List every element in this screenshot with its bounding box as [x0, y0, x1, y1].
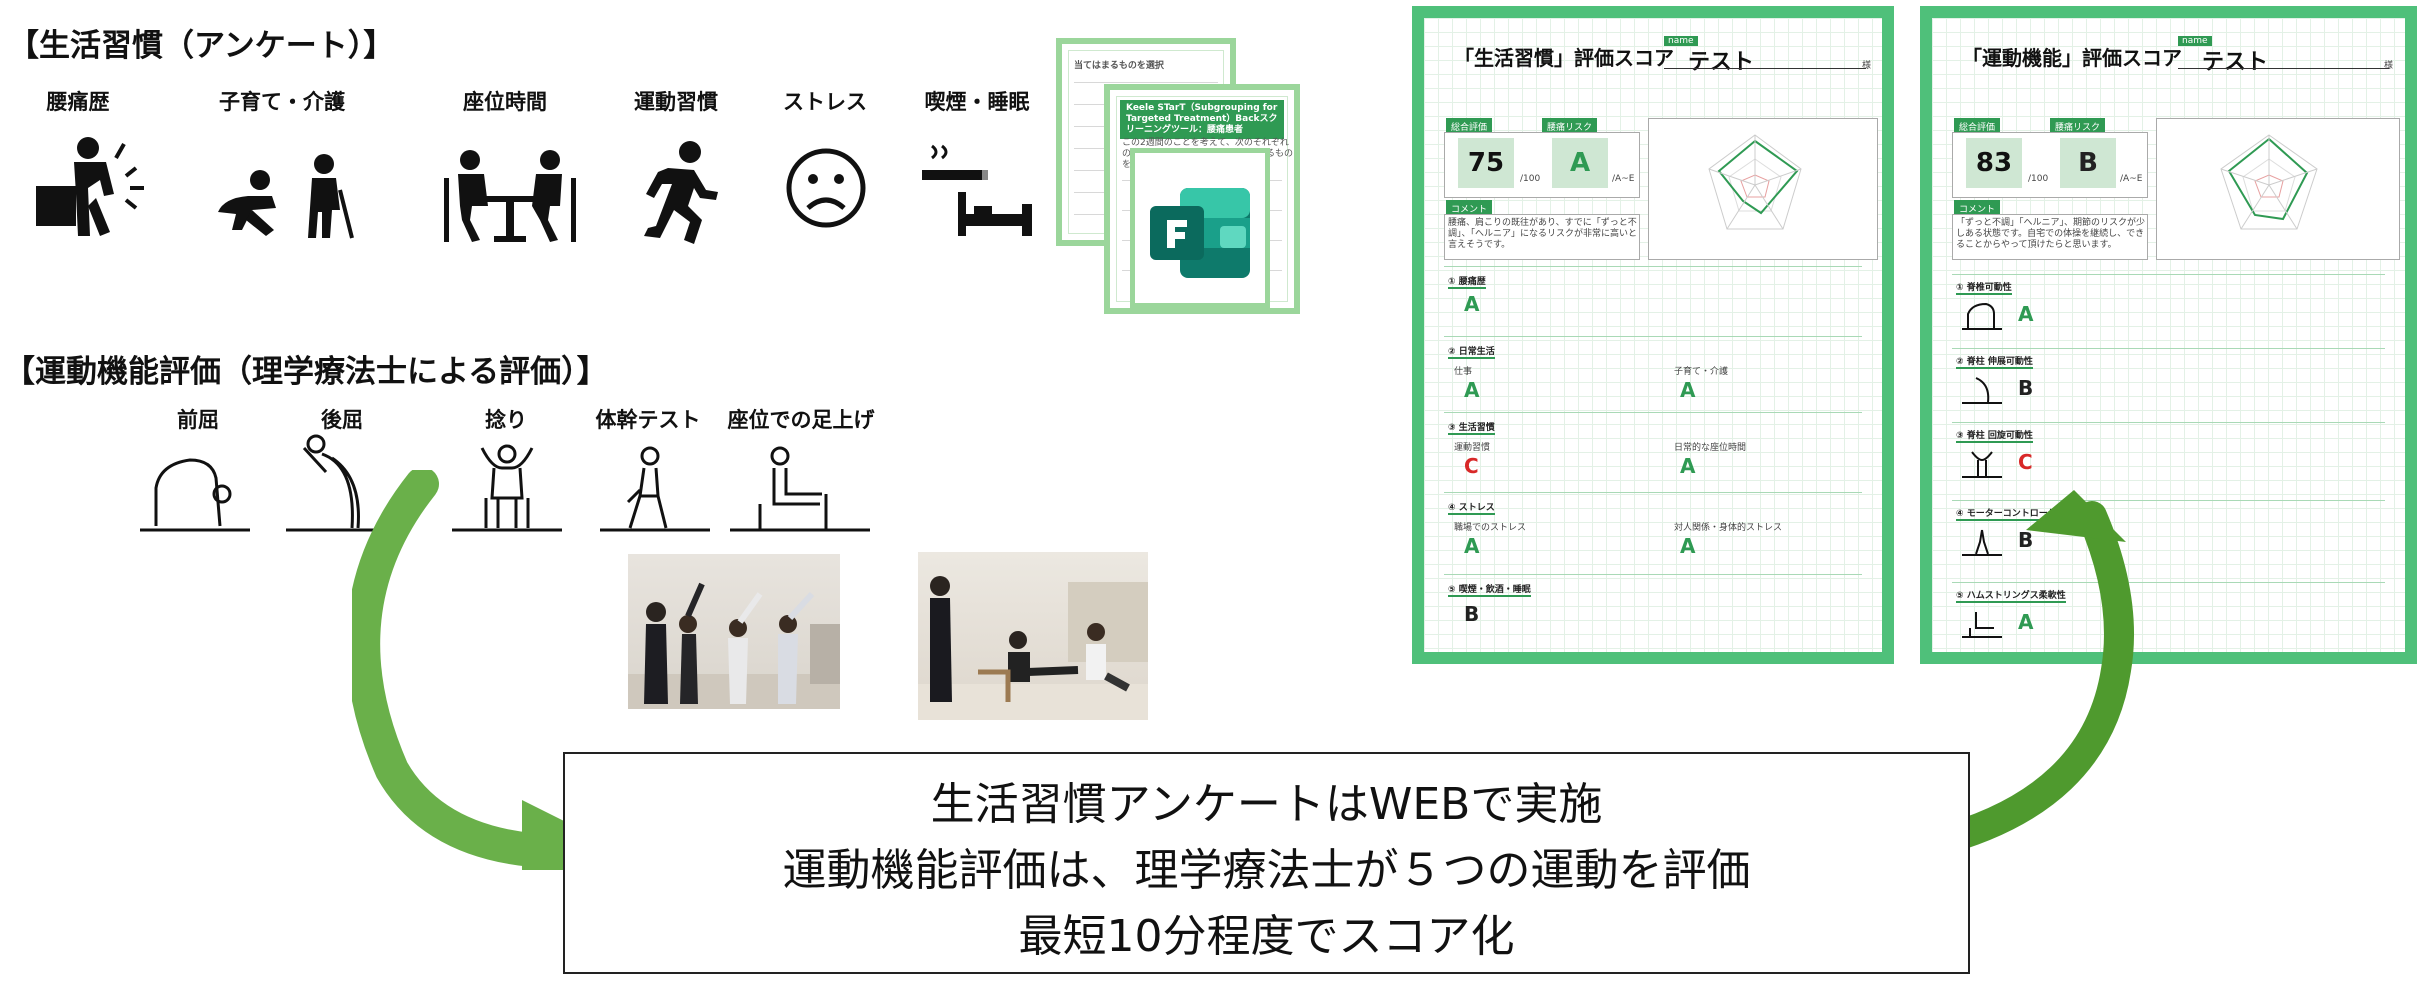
section-title-5: ⑤ 喫煙・飲酒・睡眠 — [1448, 582, 1531, 597]
smoking-sleep-icon — [922, 144, 1032, 236]
section-grade-1: A — [1464, 292, 1480, 316]
section-title-text: ② 日常生活 — [1448, 347, 1495, 359]
forward-bend-icon — [1962, 302, 2002, 330]
survey-label-back-pain: 腰痛歴 — [46, 90, 110, 114]
patient-name: テスト — [2202, 50, 2269, 75]
test-label-twist: 捻り — [485, 408, 527, 432]
sub-item-social-stress: 対人関係・身体的ストレス — [1674, 523, 1783, 533]
section-grade-2: B — [2018, 376, 2034, 400]
section-grade-1: A — [2018, 302, 2034, 326]
note-line-web-survey: 生活習慣アンケートはWEBで実施 — [930, 779, 1603, 830]
section-title-text: ③ 脊柱 回旋可動性 — [1956, 431, 2033, 443]
sub-grade-childcare: A — [1680, 378, 1696, 402]
risk-grade: B — [2060, 138, 2116, 188]
test-label-seated-leg-raise: 座位での足上げ — [727, 408, 875, 432]
section-divider — [1444, 492, 1862, 493]
name-underline — [2178, 68, 2389, 69]
survey-label-childcare: 子育て・介護 — [219, 90, 345, 114]
lifestyle-score-sheet: 「生活習慣」評価スコア name テスト 様 総合評価 腰痛リスク 75 /10… — [1412, 6, 1894, 664]
back-card-title: 当てはまるものを選択 — [1074, 61, 1164, 71]
honorific: 様 — [2384, 61, 2394, 71]
questionnaire-title-bar: Keele STarT（Subgrouping for Targeted Tre… — [1120, 100, 1284, 139]
section-title-text: ④ ストレス — [1448, 503, 1495, 515]
childcare-care-icon — [218, 154, 354, 239]
total-score: 83 — [1966, 138, 2022, 188]
survey-heading: 【生活習慣（アンケート）】 — [8, 28, 395, 64]
section-title-4: ④ ストレス — [1448, 500, 1495, 515]
section-divider — [1952, 274, 2385, 275]
section-title-3: ③ 生活習慣 — [1448, 420, 1495, 435]
comment-text: 「ずっと不調」「ヘルニア」、期節のリスクが少しある状態です。自宅での体操を継続し… — [1956, 218, 2146, 250]
card-rule — [1074, 82, 1218, 83]
comment-text: 腰痛、肩こりの既往があり、すでに「ずっと不調」、「へルニア」になるリスクが非常に… — [1448, 218, 1638, 250]
radar-chart — [1648, 118, 1878, 260]
survey-label-exercise: 運動習慣 — [634, 90, 718, 114]
sub-grade-sitting: A — [1680, 454, 1696, 478]
seated-leg-raise-icon — [730, 446, 870, 532]
section-title-text: ③ 生活習慣 — [1448, 423, 1495, 435]
survey-label-sitting-time: 座位時間 — [463, 90, 547, 114]
section-title-text: ① 脊椎可動性 — [1956, 283, 2012, 295]
sub-item-work-stress: 職場でのストレス — [1454, 523, 1527, 533]
sad-face-icon — [786, 148, 866, 228]
honorific: 様 — [1862, 61, 1872, 71]
test-label-forward-bend: 前屈 — [177, 408, 219, 432]
section-title-2: ② 日常生活 — [1448, 344, 1495, 359]
section-title-text: ⑤ 喫煙・飲酒・睡眠 — [1448, 585, 1531, 597]
sub-grade-social-stress: A — [1680, 534, 1696, 558]
sub-grade-work: A — [1464, 378, 1480, 402]
sheet-title: 「運動機能」評価スコア — [1962, 46, 2182, 70]
note-line-scoring-time: 最短10分程度でスコア化 — [1018, 911, 1515, 962]
forward-bend-icon — [140, 458, 250, 532]
sub-item-childcare: 子育て・介護 — [1674, 367, 1729, 377]
radar-chart — [2156, 118, 2400, 260]
patient-name: テスト — [1688, 50, 1755, 75]
sub-item-exercise: 運動習慣 — [1454, 443, 1491, 453]
running-icon — [644, 141, 718, 244]
section-grade-5: B — [1464, 602, 1480, 626]
section-title-text: ① 腰痛歴 — [1448, 277, 1486, 289]
sub-grade-work-stress: A — [1464, 534, 1480, 558]
sub-grade-exercise: C — [1464, 454, 1479, 478]
name-underline — [1664, 68, 1866, 69]
seated-test-photo — [918, 552, 1148, 720]
microsoft-forms-icon — [1150, 188, 1250, 278]
test-label-core-test: 体幹テスト — [595, 408, 701, 432]
total-score-unit: /100 — [1520, 174, 1541, 184]
section-title-1: ① 腰痛歴 — [1448, 274, 1486, 289]
total-score-unit: /100 — [2028, 174, 2049, 184]
section-title-3: ③ 脊柱 回旋可動性 — [1956, 428, 2033, 443]
section-divider — [1952, 348, 2385, 349]
section-title-text: ② 脊柱 伸展可動性 — [1956, 357, 2033, 369]
sub-item-sitting: 日常的な座位時間 — [1674, 443, 1747, 453]
sitting-time-icon — [444, 150, 576, 242]
note-line-pt-evaluation: 運動機能評価は、理学療法士が５つの運動を評価 — [782, 845, 1751, 896]
section-title-1: ① 脊椎可動性 — [1956, 280, 2012, 295]
twist-icon — [1962, 451, 2002, 478]
survey-label-stress: ストレス — [783, 90, 867, 114]
total-score: 75 — [1458, 138, 1514, 188]
back-bend-icon — [1962, 377, 2002, 404]
summary-note: 生活習慣アンケートはWEBで実施 運動機能評価は、理学療法士が５つの運動を評価 … — [563, 752, 1970, 974]
group-stretch-photo — [628, 554, 840, 709]
risk-grade-unit: /A~E — [1612, 174, 1635, 184]
section-title-2: ② 脊柱 伸展可動性 — [1956, 354, 2033, 369]
questionnaire-title: Keele STarT（Subgrouping for Targeted Tre… — [1126, 103, 1278, 135]
section-divider — [1444, 412, 1862, 413]
risk-grade: A — [1552, 138, 1608, 188]
survey-label-smoking-sleep: 喫煙・睡眠 — [924, 90, 1030, 114]
sheet-title: 「生活習慣」評価スコア — [1454, 46, 1674, 70]
test-label-back-bend: 後屈 — [321, 408, 363, 432]
motor-heading: 【運動機能評価（理学療法士による評価）】 — [4, 354, 608, 390]
section-divider — [1444, 336, 1862, 337]
sub-item-work: 仕事 — [1454, 367, 1473, 377]
risk-grade-unit: /A~E — [2120, 174, 2143, 184]
section-divider — [1444, 266, 1862, 267]
section-divider — [1952, 422, 2385, 423]
section-divider — [1444, 574, 1862, 575]
section-grade-3: C — [2018, 450, 2033, 474]
back-pain-icon — [36, 137, 144, 236]
